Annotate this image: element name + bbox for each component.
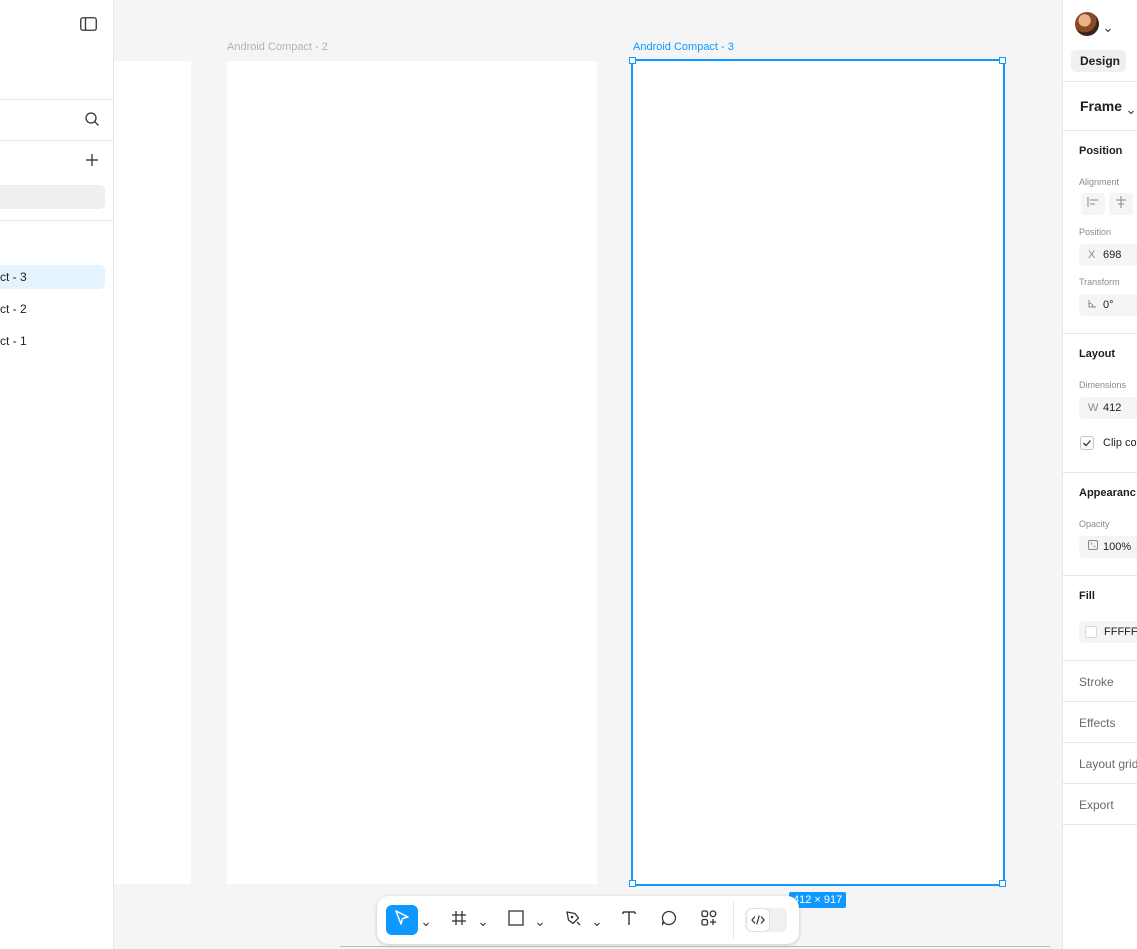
opacity-icon: [1088, 536, 1098, 558]
pen-icon: [564, 909, 582, 932]
layer-label: ct - 3: [0, 270, 27, 284]
opacity-label: Opacity: [1079, 519, 1110, 529]
fill-color-field[interactable]: FFFFF: [1079, 621, 1137, 643]
actions-tool-button[interactable]: [693, 905, 725, 935]
text-tool-button[interactable]: [613, 905, 645, 935]
divider: [1063, 701, 1137, 702]
layer-item-android-compact-1[interactable]: ct - 1: [0, 329, 105, 353]
frame-icon: [450, 909, 468, 932]
width-field[interactable]: W 412: [1079, 397, 1137, 419]
move-tool-button[interactable]: [386, 905, 418, 935]
selection-box[interactable]: [631, 59, 1005, 886]
align-left-button[interactable]: [1081, 193, 1105, 215]
clip-content-label: Clip co: [1103, 437, 1137, 449]
chevron-down-icon[interactable]: [1127, 103, 1135, 115]
opacity-value: 100%: [1103, 541, 1132, 553]
divider: [1063, 81, 1137, 82]
frame-tool-button[interactable]: [443, 905, 475, 935]
text-icon: [620, 909, 638, 932]
frame-type-label[interactable]: Frame: [1080, 98, 1122, 114]
chevron-down-icon[interactable]: [1104, 21, 1112, 33]
section-title-layout: Layout: [1079, 348, 1116, 360]
actions-icon: [700, 909, 718, 932]
divider: [1063, 824, 1137, 825]
angle-icon: [1088, 294, 1097, 316]
canvas[interactable]: Android Compact - 2 Android Compact - 3 …: [114, 0, 1062, 949]
layer-item-android-compact-2[interactable]: ct - 2: [0, 297, 105, 321]
plus-icon[interactable]: [85, 153, 99, 167]
frame-label-android-compact-2[interactable]: Android Compact - 2: [227, 41, 328, 53]
resize-handle-bottom-left[interactable]: [629, 880, 636, 887]
avatar[interactable]: [1075, 12, 1099, 36]
move-icon: [393, 909, 411, 932]
properties-panel: Design Frame Position Alignment Position…: [1062, 0, 1137, 949]
search-icon[interactable]: [84, 111, 100, 127]
divider: [0, 99, 113, 100]
layer-label: ct - 1: [0, 334, 27, 348]
clip-content-checkbox[interactable]: [1080, 436, 1094, 450]
opacity-field[interactable]: 100%: [1079, 536, 1137, 558]
chevron-down-icon[interactable]: [479, 915, 487, 927]
comment-tool-button[interactable]: [653, 905, 685, 935]
sidebar-toggle-icon[interactable]: [80, 17, 97, 31]
fill-hex-value: FFFFF: [1104, 626, 1137, 638]
x-value: 698: [1103, 249, 1122, 261]
divider: [0, 220, 113, 221]
frame-label-android-compact-3[interactable]: Android Compact - 3: [633, 41, 734, 53]
divider: [1063, 130, 1137, 131]
toolbar: [377, 896, 799, 944]
section-title-stroke[interactable]: Stroke: [1079, 675, 1114, 689]
frame-android-compact-2[interactable]: [227, 61, 597, 884]
layer-item-android-compact-3[interactable]: ct - 3: [0, 265, 105, 289]
w-prefix: W: [1088, 402, 1099, 414]
pen-tool-button[interactable]: [557, 905, 589, 935]
transform-label: Transform: [1079, 277, 1120, 287]
divider: [1063, 783, 1137, 784]
resize-handle-top-right[interactable]: [999, 57, 1006, 64]
position-label: Position: [1079, 227, 1112, 237]
divider: [1063, 742, 1137, 743]
chevron-down-icon[interactable]: [422, 915, 430, 927]
comment-icon: [660, 909, 678, 932]
dimensions-label: Dimensions: [1079, 380, 1127, 390]
divider: [1063, 472, 1137, 473]
divider: [340, 946, 1050, 947]
x-position-field[interactable]: X 698: [1079, 244, 1137, 266]
layer-label: ct - 2: [0, 302, 27, 316]
dev-mode-toggle[interactable]: [745, 908, 787, 932]
frame-android-compact-1[interactable]: [114, 61, 191, 884]
width-value: 412: [1103, 402, 1122, 414]
divider: [1063, 333, 1137, 334]
section-title-layout-grid[interactable]: Layout grid: [1079, 757, 1137, 771]
page-item[interactable]: [0, 185, 105, 209]
toolbar-divider: [733, 902, 734, 938]
rectangle-icon: [507, 909, 525, 932]
section-title-position: Position: [1079, 145, 1123, 157]
divider: [1063, 575, 1137, 576]
section-title-fill: Fill: [1079, 590, 1095, 602]
divider: [1063, 660, 1137, 661]
tab-design[interactable]: Design: [1071, 50, 1126, 72]
color-swatch[interactable]: [1085, 626, 1097, 638]
resize-handle-bottom-right[interactable]: [999, 880, 1006, 887]
rotation-value: 0°: [1103, 299, 1114, 311]
x-prefix: X: [1088, 249, 1096, 261]
align-center-icon: [1114, 195, 1128, 214]
section-title-export[interactable]: Export: [1079, 798, 1114, 812]
align-center-button[interactable]: [1109, 193, 1133, 215]
rectangle-tool-button[interactable]: [500, 905, 532, 935]
alignment-label: Alignment: [1079, 177, 1120, 187]
divider: [0, 140, 113, 141]
resize-handle-top-left[interactable]: [629, 57, 636, 64]
section-title-appearance: Appearanc: [1079, 487, 1136, 499]
align-left-icon: [1086, 195, 1100, 214]
rotation-field[interactable]: 0°: [1079, 294, 1137, 316]
code-icon: [747, 909, 769, 931]
layers-panel: ct - 3 ct - 2 ct - 1: [0, 0, 114, 949]
chevron-down-icon[interactable]: [536, 915, 544, 927]
section-title-effects[interactable]: Effects: [1079, 716, 1115, 730]
chevron-down-icon[interactable]: [593, 915, 601, 927]
